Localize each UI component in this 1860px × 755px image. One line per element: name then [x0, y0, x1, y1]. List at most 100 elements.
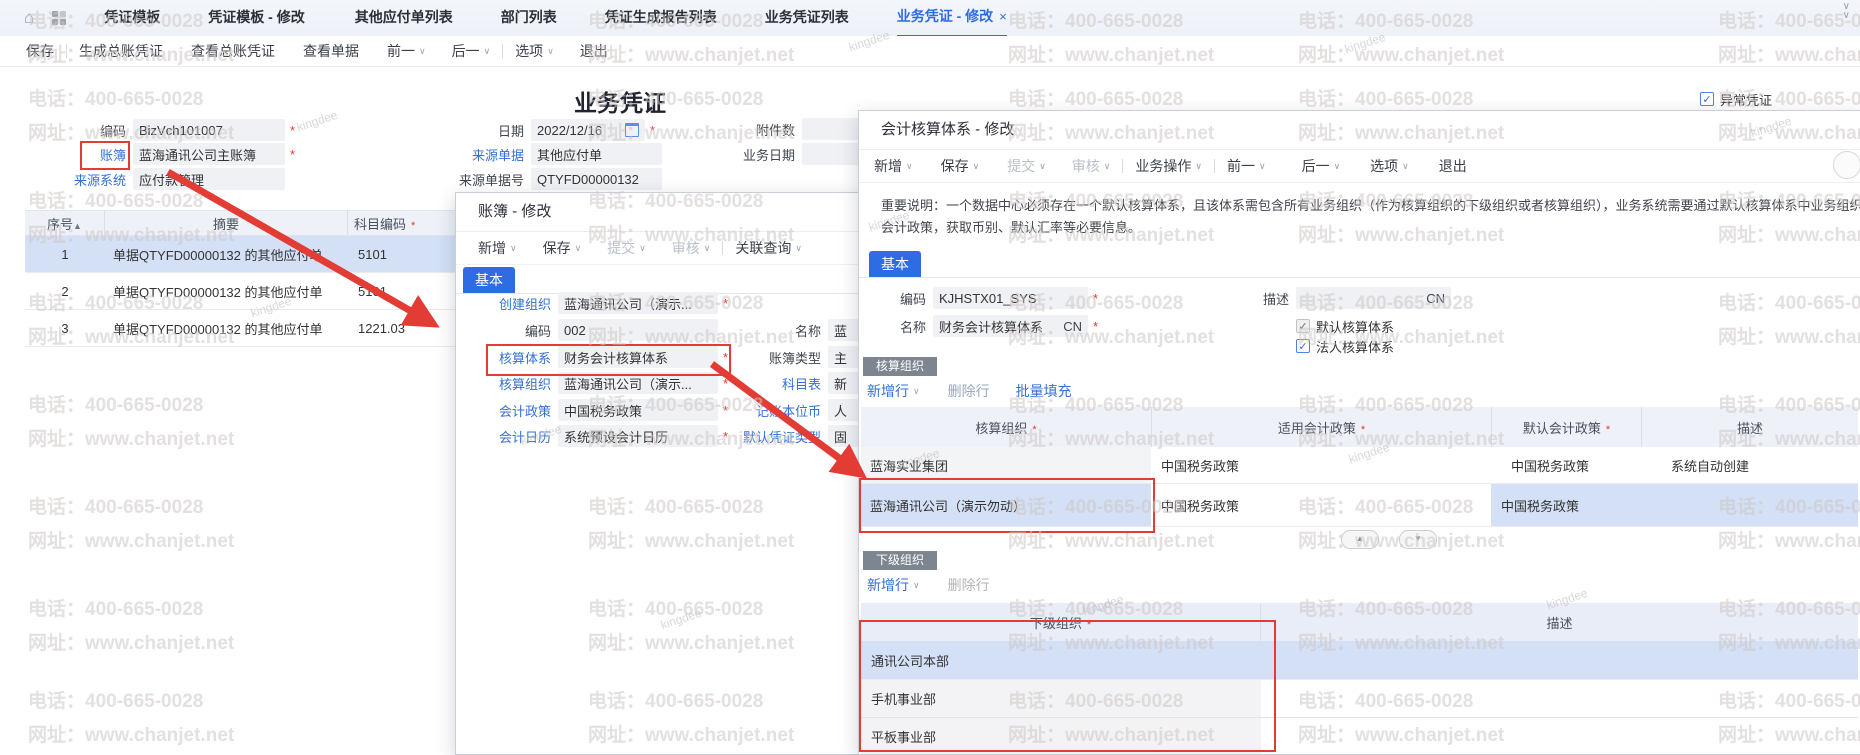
scroll-up-button[interactable]: ▲: [1341, 530, 1379, 549]
create-org-input[interactable]: 蓝海通讯公司（演示...: [558, 292, 718, 314]
book-code-input[interactable]: 002: [558, 319, 718, 341]
account-table-input[interactable]: 新: [828, 372, 860, 394]
voucher-book-label[interactable]: 账簿: [40, 145, 133, 164]
options-button[interactable]: 选项: [515, 41, 543, 61]
add-row-button[interactable]: 新增行: [867, 575, 909, 595]
sub-org-column-header[interactable]: 下级组织*: [861, 613, 1260, 632]
org-column-header[interactable]: 核算组织*: [861, 418, 1151, 437]
close-tab-icon[interactable]: ×: [999, 9, 1007, 24]
delete-row-button[interactable]: 删除行: [948, 575, 990, 595]
voucher-book-input[interactable]: 蓝海通讯公司主账簿: [133, 143, 285, 165]
exit-button[interactable]: 退出: [1439, 156, 1467, 176]
policy-column-header[interactable]: 适用会计政策*: [1152, 418, 1491, 437]
accounting-calendar-label[interactable]: 会计日历: [463, 427, 558, 446]
help-icon[interactable]: [1833, 151, 1860, 179]
table-row[interactable]: 1 单据QTYFD00000132 的其他应付单 5101: [25, 236, 458, 273]
accounting-policy-label[interactable]: 会计政策: [463, 401, 558, 420]
source-doc-input[interactable]: 其他应付单: [531, 143, 662, 165]
tab-voucher-template[interactable]: 凭证模板: [104, 0, 160, 36]
scroll-down-button[interactable]: ▼: [1399, 530, 1437, 549]
tab-biz-voucher-list[interactable]: 业务凭证列表: [765, 0, 849, 36]
legal-system-checkbox[interactable]: ✓ 法人核算体系: [1296, 337, 1394, 355]
book-dialog-toolbar: 新增∨ 保存∨ 提交∨ 审核∨ 关联查询∨: [456, 232, 859, 265]
new-button[interactable]: 新增: [478, 238, 506, 258]
next-button[interactable]: 后一: [452, 41, 480, 61]
batch-fill-button[interactable]: 批量填充: [1016, 381, 1072, 401]
apps-grid-icon[interactable]: [52, 11, 66, 25]
tab-department-list[interactable]: 部门列表: [501, 0, 557, 36]
book-type-input[interactable]: 主: [828, 346, 860, 368]
audit-button[interactable]: 审核: [1072, 156, 1100, 176]
sys-name-input[interactable]: 财务会计核算体系CN: [933, 315, 1088, 337]
accounting-system-label[interactable]: 核算体系: [463, 348, 558, 367]
table-row-selected[interactable]: 通讯公司本部: [861, 641, 1858, 680]
save-button[interactable]: 保存: [26, 41, 54, 61]
tab-voucher-report-list[interactable]: 凭证生成报告列表: [605, 0, 717, 36]
accounting-system-input[interactable]: 财务会计核算体系: [558, 346, 718, 368]
date-input[interactable]: 2022/12/16: [531, 119, 645, 141]
accounting-org-label[interactable]: 核算组织: [463, 374, 558, 393]
desc-column-header[interactable]: 描述: [1642, 418, 1858, 437]
default-voucher-type-label[interactable]: 默认凭证类型: [706, 427, 828, 446]
submit-button[interactable]: 提交: [607, 238, 635, 258]
tab-basic[interactable]: 基本: [463, 267, 515, 294]
home-icon[interactable]: ⌂: [24, 0, 34, 36]
source-system-label[interactable]: 来源系统: [40, 170, 133, 189]
base-currency-input[interactable]: 人: [828, 399, 860, 421]
summary-column-header[interactable]: 摘要: [105, 214, 347, 233]
default-system-checkbox[interactable]: ✓ 默认核算体系: [1296, 317, 1394, 335]
source-doc-label[interactable]: 来源单据: [420, 145, 531, 164]
generate-gl-voucher-button[interactable]: 生成总账凭证: [79, 41, 163, 61]
source-system-input[interactable]: 应付款管理: [133, 168, 285, 190]
sys-code-input[interactable]: KJHSTX01_SYS: [933, 287, 1088, 309]
new-button[interactable]: 新增: [874, 156, 902, 176]
add-row-button[interactable]: 新增行: [867, 381, 909, 401]
view-gl-voucher-button[interactable]: 查看总账凭证: [191, 41, 275, 61]
book-name-input[interactable]: 蓝: [828, 319, 860, 341]
default-policy-column-header[interactable]: 默认会计政策*: [1492, 418, 1641, 437]
create-org-label[interactable]: 创建组织: [463, 294, 558, 313]
delete-row-button[interactable]: 删除行: [948, 381, 990, 401]
sys-desc-input[interactable]: CN: [1296, 287, 1451, 309]
collapse-tabs-icon[interactable]: ∨∨: [1843, 2, 1850, 20]
tab-basic[interactable]: 基本: [869, 251, 921, 278]
exit-button[interactable]: 退出: [580, 41, 608, 61]
accounting-policy-input[interactable]: 中国税务政策: [558, 399, 718, 421]
calendar-icon[interactable]: [625, 123, 639, 137]
table-row[interactable]: 蓝海实业集团 中国税务政策 中国税务政策 系统自动创建: [861, 447, 1858, 484]
chevron-down-icon: ∨: [484, 46, 491, 57]
accounting-calendar-input[interactable]: 系统预设会计日历: [558, 425, 718, 447]
accounting-org-input[interactable]: 蓝海通讯公司（演示...: [558, 372, 718, 394]
watermark-phone: 电话：400-665-0028: [28, 594, 203, 621]
options-button[interactable]: 选项: [1370, 156, 1398, 176]
voucher-code-input[interactable]: BizVch101007: [133, 119, 285, 141]
tab-voucher-template-edit[interactable]: 凭证模板 - 修改: [208, 0, 304, 36]
table-row-selected[interactable]: 蓝海通讯公司（演示勿动） 中国税务政策 中国税务政策: [861, 484, 1858, 527]
base-currency-label[interactable]: 记账本位币: [706, 401, 828, 420]
tab-other-payable-list[interactable]: 其他应付单列表: [355, 0, 453, 36]
submit-button[interactable]: 提交: [1007, 156, 1035, 176]
next-button[interactable]: 后一: [1302, 156, 1330, 176]
chevron-down-icon: ∨: [1104, 161, 1111, 172]
table-row[interactable]: 手机事业部: [861, 680, 1858, 718]
audit-button[interactable]: 审核: [672, 238, 700, 258]
account-table-label[interactable]: 科目表: [706, 374, 828, 393]
tab-biz-voucher-edit[interactable]: 业务凭证 - 修改×: [897, 0, 1007, 37]
source-doc-no-input[interactable]: QTYFD00000132: [531, 168, 662, 190]
view-document-button[interactable]: 查看单据: [303, 41, 359, 61]
table-row[interactable]: 平板事业部: [861, 718, 1858, 755]
prev-button[interactable]: 前一: [1227, 156, 1255, 176]
default-voucher-type-input[interactable]: 固: [828, 425, 860, 447]
table-row[interactable]: 2 单据QTYFD00000132 的其他应付单 5101: [25, 273, 458, 310]
account-code-column-header[interactable]: 科目编码*: [348, 214, 458, 233]
related-query-button[interactable]: 关联查询: [735, 238, 791, 258]
anomaly-voucher-checkbox[interactable]: ✓ 异常凭证: [1700, 90, 1772, 108]
table-row[interactable]: 3 单据QTYFD00000132 的其他应付单 1221.03: [25, 310, 458, 347]
save-button[interactable]: 保存: [941, 156, 969, 176]
biz-operation-button[interactable]: 业务操作: [1135, 156, 1191, 176]
prev-button[interactable]: 前一: [387, 41, 415, 61]
row-summary: 单据QTYFD00000132 的其他应付单: [105, 245, 351, 264]
desc-column-header[interactable]: 描述: [1261, 613, 1858, 632]
save-button[interactable]: 保存: [543, 238, 571, 258]
seq-column-header[interactable]: 序号▲: [25, 214, 104, 233]
